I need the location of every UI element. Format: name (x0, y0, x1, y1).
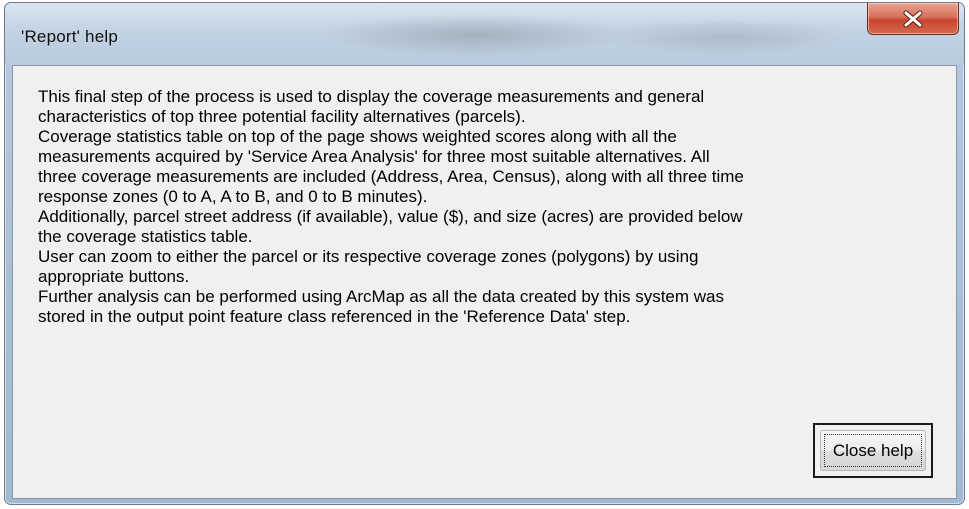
help-line: Further analysis can be performed using … (38, 287, 724, 306)
help-line: Additionally, parcel street address (if … (38, 207, 743, 226)
help-line: characteristics of top three potential f… (38, 107, 526, 126)
close-help-label: Close help (820, 430, 926, 471)
help-line: This final step of the process is used t… (38, 87, 705, 106)
help-line: three coverage measurements are included… (38, 167, 744, 186)
help-line: the coverage statistics table. (38, 227, 253, 246)
dialog-client-area: This final step of the process is used t… (12, 65, 957, 499)
help-line: response zones (0 to A, A to B, and 0 to… (38, 187, 428, 206)
close-help-button[interactable]: Close help (813, 423, 933, 478)
help-line: measurements acquired by 'Service Area A… (38, 147, 710, 166)
window-close-button[interactable] (867, 3, 959, 35)
help-line: appropriate buttons. (38, 267, 190, 286)
dialog-title: 'Report' help (21, 27, 118, 46)
help-line: User can zoom to either the parcel or it… (38, 247, 699, 266)
help-text: This final step of the process is used t… (38, 87, 956, 327)
title-bar[interactable]: 'Report' help (5, 3, 964, 65)
help-line: stored in the output point feature class… (38, 307, 631, 326)
close-x-icon (902, 10, 924, 28)
help-dialog: 'Report' help This final step of the pro… (4, 2, 965, 505)
help-line: Coverage statistics table on top of the … (38, 127, 677, 146)
